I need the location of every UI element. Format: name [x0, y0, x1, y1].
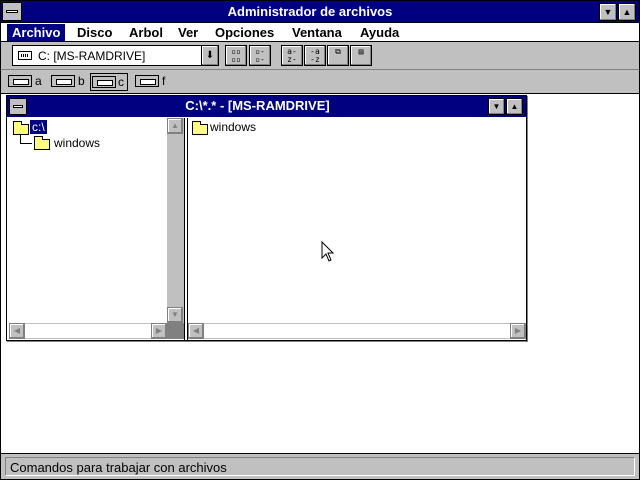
scroll-up-icon[interactable]: ▲ [167, 118, 183, 134]
sort-name-icon[interactable]: a-z- [281, 45, 303, 66]
drive-f[interactable]: f [135, 73, 171, 91]
tree-vertical-scrollbar[interactable]: ▲ ▼ [167, 118, 184, 323]
directory-window[interactable]: C:\*.* - [MS-RAMDRIVE] ▼ ▲ c:\ windows ▲… [6, 95, 527, 341]
mouse-pointer-icon [321, 241, 335, 262]
file-list-pane[interactable]: windows ◀ ▶ [188, 118, 526, 339]
drive-bar: a b c f [1, 70, 639, 94]
ramdrive-icon [92, 76, 116, 88]
file-item-windows[interactable]: windows [210, 120, 256, 134]
menu-ver[interactable]: Ver [173, 24, 203, 41]
window-title: Administrador de archivos [227, 4, 393, 19]
drive-a-label: a [35, 74, 42, 88]
maximize-button[interactable]: ▲ [618, 3, 636, 21]
toolbar: C: [MS-RAMDRIVE] ⬇ ▫▫ ▫▫ ▫- ▫- a-z- -a -z ⧉… [1, 42, 639, 70]
file-manager-window: Administrador de archivos ▼ ▲ Archivo Di… [0, 0, 640, 480]
network-drive-icon [135, 75, 159, 87]
scroll-right-icon[interactable]: ▶ [151, 323, 167, 339]
directory-window-title: C:\*.* - [MS-RAMDRIVE] [185, 98, 330, 113]
drive-b[interactable]: b [51, 73, 87, 91]
floppy-drive-icon [8, 75, 32, 87]
menu-disco[interactable]: Disco [72, 24, 117, 41]
tree-line [20, 134, 21, 143]
scroll-right-icon[interactable]: ▶ [510, 323, 526, 339]
drive-f-label: f [162, 74, 166, 88]
drive-a[interactable]: a [8, 73, 44, 91]
title-bar[interactable]: Administrador de archivos ▼ ▲ [1, 1, 639, 23]
scroll-down-icon[interactable]: ▼ [167, 307, 183, 323]
scroll-left-icon[interactable]: ◀ [9, 323, 25, 339]
drive-c-label: c [118, 75, 124, 89]
drive-combo[interactable]: C: [MS-RAMDRIVE] ⬇ [12, 45, 219, 66]
folder-icon [192, 121, 208, 135]
status-text: Comandos para trabajar con archivos [5, 457, 635, 476]
tree-node-root[interactable]: c:\ [30, 120, 47, 134]
view-dir-only-icon[interactable]: ▫- ▫- [249, 45, 271, 66]
child-minimize-button[interactable]: ▼ [488, 98, 505, 115]
menu-opciones[interactable]: Opciones [210, 24, 279, 41]
child-system-menu-button[interactable] [9, 98, 27, 115]
properties-icon[interactable]: ▤ [350, 45, 372, 66]
system-menu-icon [13, 105, 23, 108]
tree-line [20, 143, 32, 144]
menu-arbol[interactable]: Arbol [124, 24, 168, 41]
system-menu-button[interactable] [2, 2, 22, 21]
child-maximize-button[interactable]: ▲ [506, 98, 523, 115]
scroll-track[interactable] [25, 324, 151, 338]
drive-c[interactable]: c [90, 73, 128, 91]
status-bar: Comandos para trabajar con archivos [1, 453, 639, 479]
directory-tree[interactable]: c:\ windows ▲ ▼ ◀ ▶ [9, 118, 184, 339]
ramdrive-icon [18, 51, 32, 60]
menu-bar: Archivo Disco Arbol Ver Opciones Ventana… [1, 23, 639, 42]
menu-ayuda[interactable]: Ayuda [355, 24, 404, 41]
directory-window-titlebar[interactable]: C:\*.* - [MS-RAMDRIVE] ▼ ▲ [7, 96, 526, 117]
drive-combo-value: C: [MS-RAMDRIVE] [38, 49, 146, 63]
system-menu-icon [6, 10, 18, 13]
tree-node-windows[interactable]: windows [54, 136, 100, 150]
drive-b-label: b [78, 74, 85, 88]
minimize-button[interactable]: ▼ [599, 3, 617, 21]
open-folder-icon [13, 121, 29, 135]
copy-icon[interactable]: ⧉ [327, 45, 349, 66]
files-horizontal-scrollbar[interactable]: ◀ ▶ [188, 323, 526, 339]
tree-horizontal-scrollbar[interactable]: ◀ ▶ [9, 323, 167, 339]
scroll-left-icon[interactable]: ◀ [188, 323, 204, 339]
floppy-drive-icon [51, 75, 75, 87]
view-tree-dir-icon[interactable]: ▫▫ ▫▫ [225, 45, 247, 66]
sort-type-icon[interactable]: -a -z [304, 45, 326, 66]
menu-ventana[interactable]: Ventana [287, 24, 347, 41]
folder-icon [34, 136, 50, 150]
scroll-track[interactable] [204, 324, 510, 338]
menu-archivo[interactable]: Archivo [7, 24, 66, 41]
scroll-corner [167, 323, 184, 339]
chevron-down-icon[interactable]: ⬇ [201, 46, 218, 65]
